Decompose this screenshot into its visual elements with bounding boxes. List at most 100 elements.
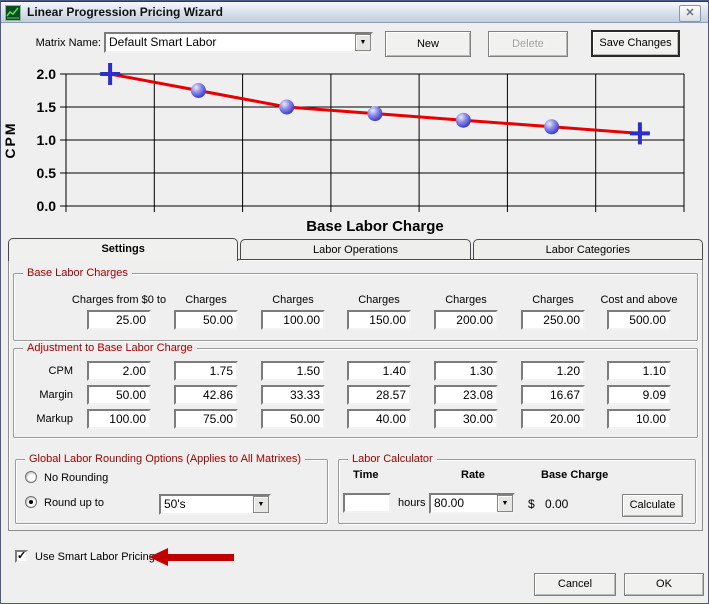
chart-endpoint-cross[interactable]: [629, 122, 650, 145]
margin-input[interactable]: [87, 385, 151, 405]
charge-tier-input[interactable]: [87, 310, 151, 330]
base-labor-charges-group: Base Labor Charges: [13, 267, 698, 341]
cancel-button[interactable]: Cancel: [534, 573, 616, 596]
round-to-combobox[interactable]: 50's ▼: [159, 494, 271, 515]
markup-input[interactable]: [521, 409, 585, 429]
rounding-options-group-title: Global Labor Rounding Options (Applies t…: [25, 453, 306, 465]
charge-tier-input[interactable]: [174, 310, 238, 330]
chart-point-sphere[interactable]: [367, 106, 383, 122]
round-up-to-label: Round up to: [44, 497, 104, 509]
labor-calculator-group-title: Labor Calculator: [348, 453, 437, 465]
charge-tier-input[interactable]: [261, 310, 325, 330]
cpm-input[interactable]: [434, 361, 498, 381]
check-icon: ✓: [17, 550, 27, 562]
title-bar[interactable]: Linear Progression Pricing Wizard ✕: [1, 1, 708, 23]
calculate-button[interactable]: Calculate: [622, 494, 683, 517]
charge-col-label: Charges: [358, 294, 400, 306]
matrix-name-value: Default Smart Labor: [109, 35, 217, 49]
cpm-input[interactable]: [347, 361, 411, 381]
use-smart-labor-pricing-checkbox[interactable]: ✓: [15, 550, 28, 563]
use-smart-labor-pricing-label: Use Smart Labor Pricing: [35, 551, 155, 563]
chevron-down-icon[interactable]: ▼: [497, 495, 513, 512]
margin-input[interactable]: [174, 385, 238, 405]
tab-labor-categories[interactable]: Labor Categories: [472, 239, 703, 260]
round-to-value: 50's: [164, 497, 186, 511]
cpm-input[interactable]: [87, 361, 151, 381]
margin-input[interactable]: [521, 385, 585, 405]
base-charge-header: Base Charge: [541, 469, 609, 481]
svg-text:Base Labor Charge: Base Labor Charge: [306, 218, 444, 235]
markup-input[interactable]: [174, 409, 238, 429]
chart-point-sphere[interactable]: [455, 112, 471, 128]
chart-endpoint-cross[interactable]: [100, 63, 121, 85]
chart-point-sphere[interactable]: [279, 99, 295, 115]
round-up-to-radio[interactable]: [25, 496, 37, 508]
charge-col-label: Charges: [532, 294, 574, 306]
rate-combobox[interactable]: 80.00 ▼: [429, 493, 515, 514]
svg-text:1.0: 1.0: [37, 132, 57, 148]
markup-input[interactable]: [261, 409, 325, 429]
time-input[interactable]: [343, 493, 391, 513]
markup-row-label: Markup: [36, 413, 73, 425]
chart-series-line: [109, 72, 641, 135]
cpm-input[interactable]: [174, 361, 238, 381]
chart-point-sphere[interactable]: [190, 83, 206, 98]
chevron-down-icon[interactable]: ▼: [355, 34, 371, 51]
ok-button[interactable]: OK: [624, 573, 704, 596]
svg-text:2.0: 2.0: [37, 66, 57, 82]
close-icon[interactable]: ✕: [679, 5, 701, 22]
rate-header: Rate: [461, 469, 485, 481]
cpm-row-label: CPM: [48, 365, 73, 377]
new-button[interactable]: New: [385, 31, 471, 57]
chart-point-sphere[interactable]: [544, 119, 560, 135]
charge-tier-input[interactable]: [434, 310, 498, 330]
margin-input[interactable]: [434, 385, 498, 405]
tab-settings[interactable]: Settings: [8, 238, 239, 261]
markup-input[interactable]: [434, 409, 498, 429]
no-rounding-label: No Rounding: [44, 472, 109, 484]
chart-axis-labels: 2.0 1.5 1.0 0.5 0.0 CPM Base Labor Charge: [2, 66, 444, 235]
matrix-name-label: Matrix Name:: [35, 37, 101, 49]
tab-labor-operations[interactable]: Labor Operations: [240, 239, 471, 260]
no-rounding-radio[interactable]: [25, 471, 37, 483]
charge-col-label: Charges: [445, 294, 487, 306]
charge-col-label: Charges: [272, 294, 314, 306]
charge-col-label: Charges from $0 to: [71, 294, 167, 306]
save-changes-button[interactable]: Save Changes: [591, 30, 680, 57]
red-arrow-annotation: [167, 554, 234, 561]
markup-input[interactable]: [87, 409, 151, 429]
svg-text:0.5: 0.5: [37, 165, 57, 181]
charge-col-label: Cost and above: [600, 294, 678, 306]
red-arrow-annotation: [149, 548, 168, 566]
svg-text:1.5: 1.5: [37, 99, 57, 115]
charge-tier-input[interactable]: [521, 310, 585, 330]
chart-gridlines: [60, 73, 685, 212]
delete-button[interactable]: Delete: [488, 31, 568, 57]
matrix-name-combobox[interactable]: Default Smart Labor ▼: [104, 32, 373, 53]
markup-input[interactable]: [607, 409, 671, 429]
time-header: Time: [353, 469, 379, 481]
charge-col-label: Charges: [185, 294, 227, 306]
cpm-input[interactable]: [521, 361, 585, 381]
markup-input[interactable]: [347, 409, 411, 429]
base-charge-value: 0.00: [545, 497, 569, 511]
adjustment-group-title: Adjustment to Base Labor Charge: [23, 342, 197, 354]
charge-tier-input[interactable]: [347, 310, 411, 330]
charge-tier-input[interactable]: [607, 310, 671, 330]
margin-input[interactable]: [347, 385, 411, 405]
rate-value: 80.00: [434, 496, 465, 510]
hours-label: hours: [398, 497, 426, 509]
margin-input[interactable]: [261, 385, 325, 405]
chart-point-markers[interactable]: [100, 63, 650, 145]
cpm-pricing-chart[interactable]: 2.0 1.5 1.0 0.5 0.0 CPM Base Labor Charge: [1, 59, 709, 239]
currency-symbol: $: [528, 497, 535, 511]
window-title: Linear Progression Pricing Wizard: [27, 5, 223, 19]
chevron-down-icon[interactable]: ▼: [253, 496, 269, 513]
svg-text:0.0: 0.0: [37, 198, 57, 214]
tab-strip: Settings Labor Operations Labor Categori…: [8, 238, 703, 261]
cpm-input[interactable]: [607, 361, 671, 381]
margin-input[interactable]: [607, 385, 671, 405]
base-labor-charges-group-title: Base Labor Charges: [23, 267, 132, 279]
svg-text:CPM: CPM: [2, 121, 18, 158]
cpm-input[interactable]: [261, 361, 325, 381]
